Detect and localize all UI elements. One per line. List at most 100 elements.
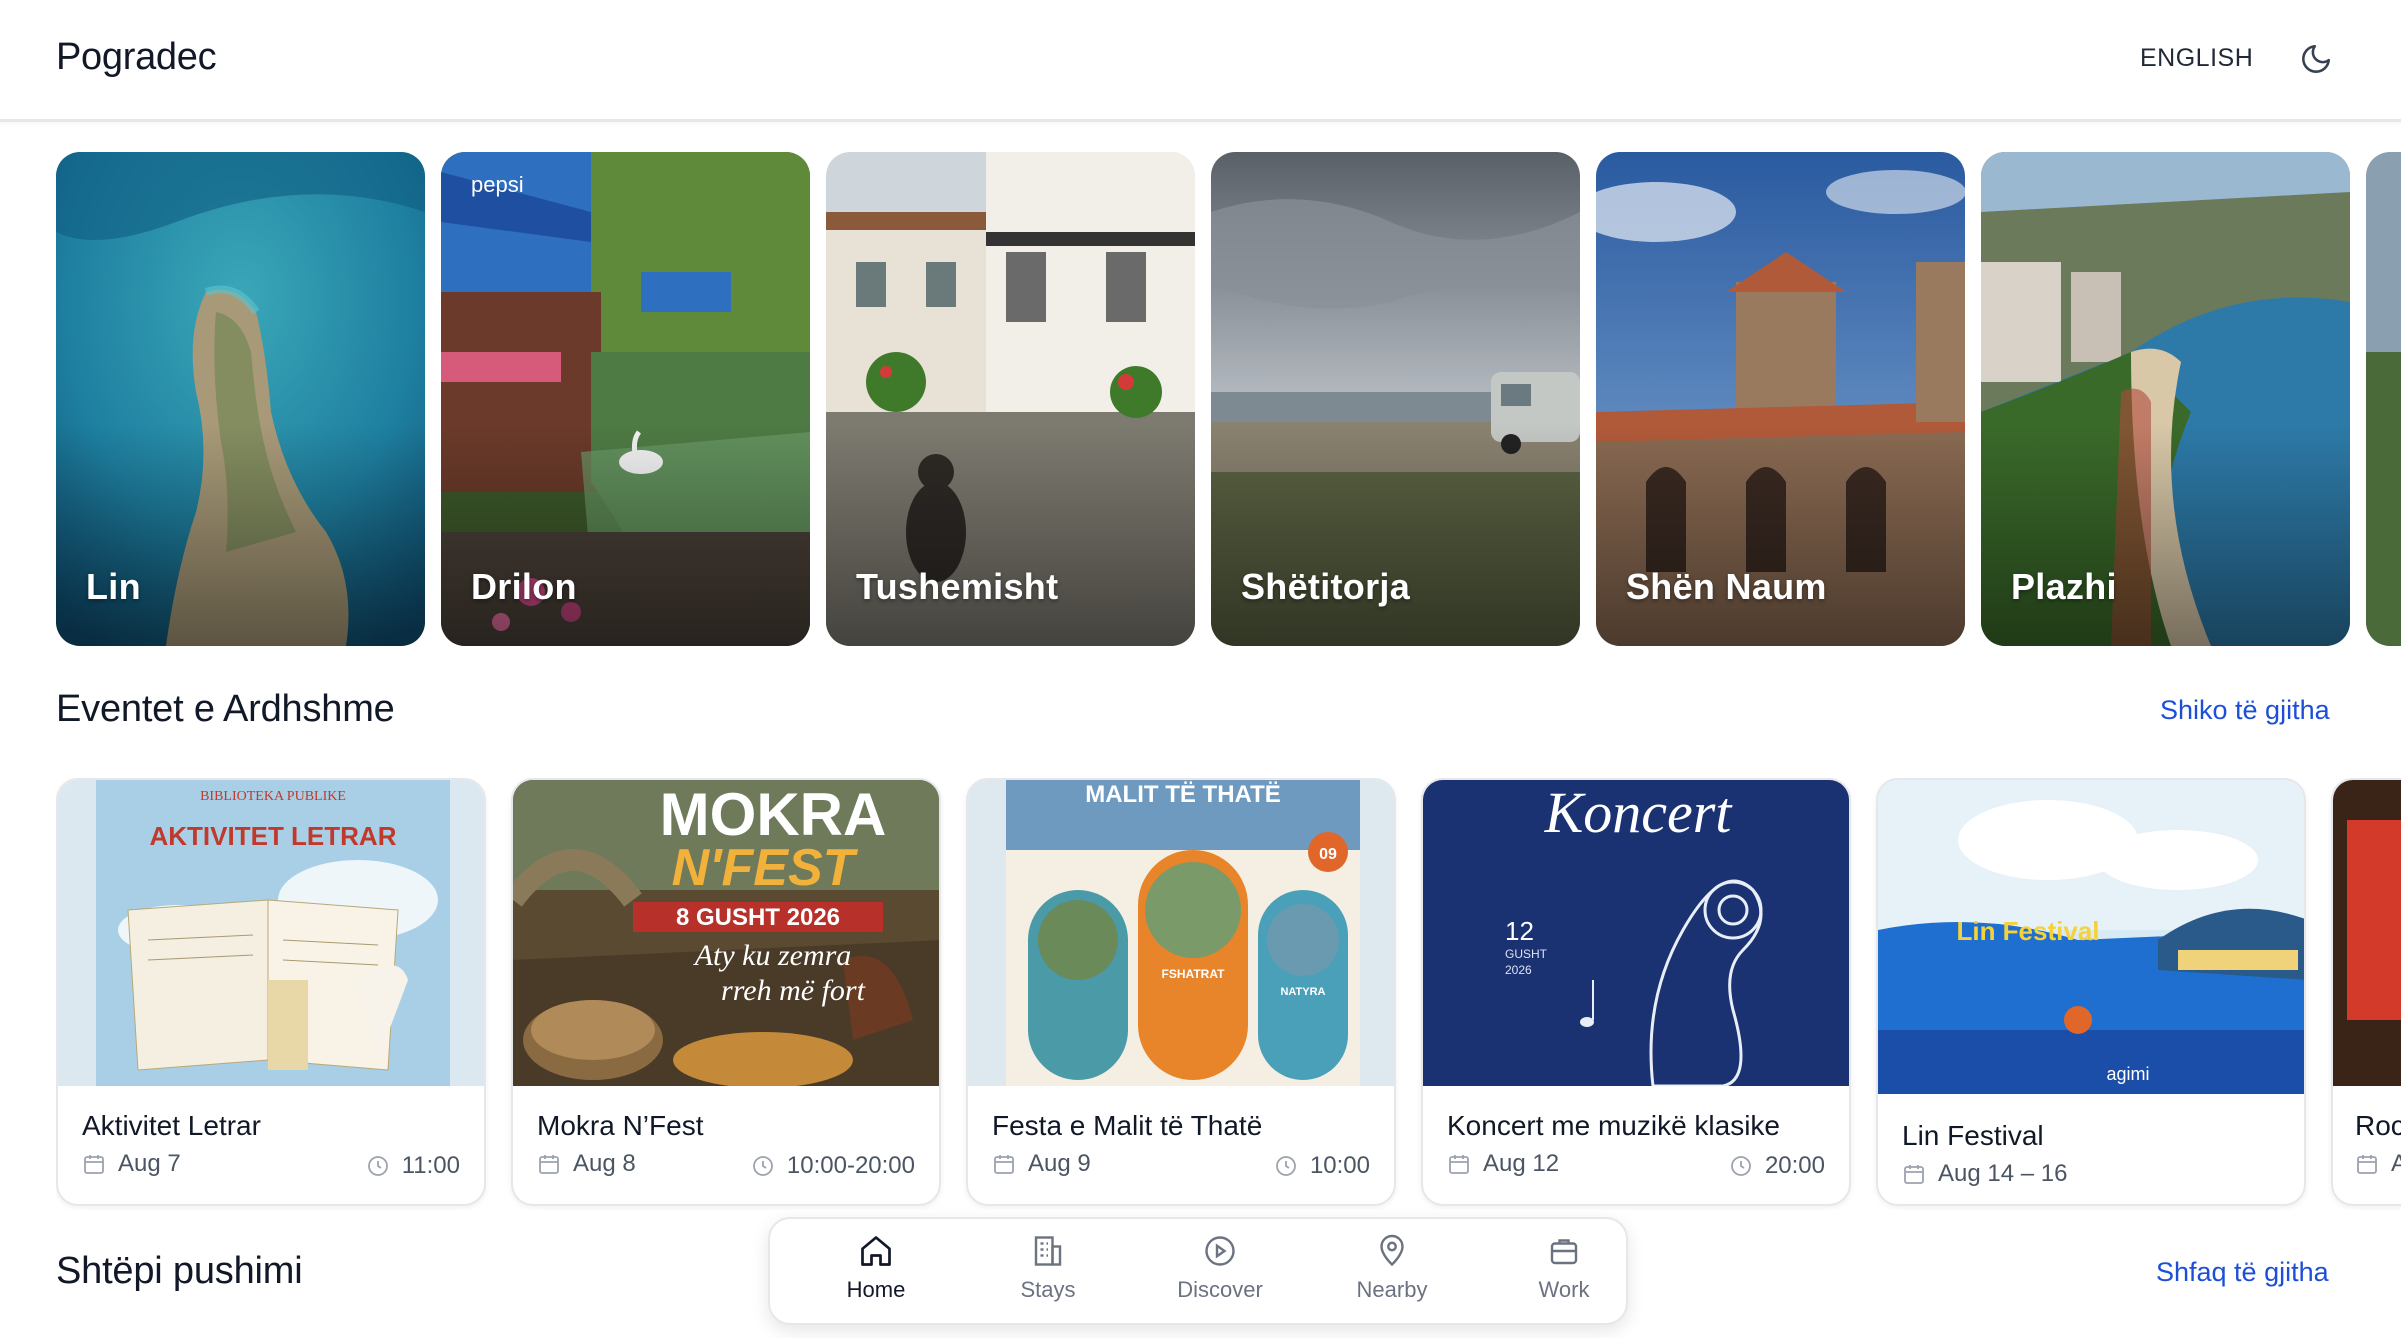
- calendar-icon: [1449, 1155, 1469, 1174]
- places-carousel[interactable]: Lin pepsi Drilon: [56, 152, 2401, 646]
- place-label: Lin: [86, 566, 141, 607]
- event-date: Aug 12: [1447, 1150, 1559, 1178]
- poster-text: FSHATRAT: [1162, 967, 1226, 981]
- poster-text: rreh më fort: [721, 974, 866, 1007]
- event-date: Aug 7: [82, 1150, 181, 1178]
- poster-text: N'FEST: [672, 839, 859, 897]
- event-time: 10:00-20:00: [751, 1152, 915, 1180]
- event-date-text: Aug 8: [573, 1150, 636, 1177]
- place-card-shetitorja[interactable]: Shëtitorja: [1211, 152, 1580, 646]
- poster-text: Koncert: [1544, 780, 1734, 845]
- event-time: 10:00: [1274, 1152, 1370, 1180]
- event-card[interactable]: MOKRA N'FEST 8 GUSHT 2026 Aty ku zemra r…: [511, 778, 941, 1206]
- place-label: Tushemisht: [856, 566, 1059, 607]
- nav-item-nearby[interactable]: Nearby: [1322, 1233, 1462, 1313]
- poster-text: NATYRA: [1280, 986, 1325, 998]
- place-label: Drilon: [471, 566, 577, 607]
- place-card-drilon[interactable]: pepsi Drilon: [441, 152, 810, 646]
- nav-label: Home: [846, 1277, 906, 1302]
- event-time: 11:00: [366, 1152, 460, 1180]
- app-header: Pogradec ENGLISH: [0, 0, 2401, 122]
- poster-text: MOKRA: [660, 781, 887, 848]
- event-time-text: 10:00: [1309, 1152, 1370, 1179]
- app-title: Pogradec: [56, 36, 217, 78]
- nav-label: Nearby: [1356, 1277, 1428, 1302]
- place-card-shen-naum[interactable]: Shën Naum: [1596, 152, 1965, 646]
- nav-item-work[interactable]: Work: [1494, 1233, 1634, 1313]
- event-poster: Lin Festival agimi: [1878, 780, 2304, 1094]
- event-date-text: Aug 9: [1028, 1150, 1091, 1177]
- moon-icon: [2302, 44, 2331, 73]
- event-poster: BIBLIOTEKA PUBLIKE AKTIVITET LETRAR: [58, 780, 484, 1086]
- nav-label: Stays: [1020, 1277, 1076, 1302]
- place-label: Plazhi: [2011, 566, 2117, 607]
- poster-text: AKTIVITET LETRAR: [150, 821, 397, 851]
- calendar-icon: [539, 1155, 559, 1174]
- place-label: Shën Naum: [1626, 566, 1827, 607]
- events-section-title: Eventet e Ardhshme: [56, 688, 395, 730]
- event-date-text: Aug 14 – 16: [1938, 1160, 2068, 1187]
- stays-section-title: Shtëpi pushimi: [56, 1250, 303, 1292]
- clock-icon: [367, 1156, 388, 1176]
- clock-icon: [1276, 1156, 1296, 1176]
- event-poster: MALIT TË THATË 09 FSHATRAT NATYRA: [968, 780, 1394, 1086]
- event-name: Koncert me muzikë klasike: [1447, 1110, 1781, 1141]
- poster-text: 12: [1505, 916, 1534, 946]
- events-see-all-link[interactable]: Shiko të gjitha: [2160, 695, 2330, 726]
- event-card-partial[interactable]: Roc A: [2331, 778, 2401, 1206]
- stays-see-all-link[interactable]: Shfaq të gjitha: [2156, 1257, 2329, 1288]
- poster-text: 8 GUSHT 2026: [676, 904, 840, 931]
- calendar-icon: [84, 1155, 104, 1174]
- poster-text: Aty ku zemra: [693, 939, 852, 972]
- language-button[interactable]: ENGLISH: [2140, 44, 2253, 73]
- event-card[interactable]: BIBLIOTEKA PUBLIKE AKTIVITET LETRAR Akti…: [56, 778, 486, 1206]
- calendar-icon: [994, 1155, 1014, 1174]
- poster-text: agimi: [2106, 1064, 2149, 1084]
- event-name: Lin Festival: [1902, 1120, 2044, 1151]
- bottom-navigation: Home Stays Discover Nearby Work: [768, 1217, 1628, 1325]
- event-card[interactable]: Lin Festival agimi Lin Festival Aug 14 –…: [1876, 778, 2306, 1206]
- nav-item-home[interactable]: Home: [806, 1233, 946, 1313]
- place-label: Shëtitorja: [1241, 566, 1411, 607]
- event-poster: MOKRA N'FEST 8 GUSHT 2026 Aty ku zemra r…: [513, 780, 939, 1086]
- poster-text: MALIT TË THATË: [1085, 781, 1281, 808]
- briefcase-icon: [1550, 1239, 1578, 1265]
- event-date: Aug 14 – 16: [1902, 1160, 2067, 1188]
- building-icon: [1034, 1236, 1062, 1266]
- event-date: A: [2355, 1150, 2401, 1178]
- poster-text: GUSHT: [1505, 947, 1548, 961]
- nav-item-stays[interactable]: Stays: [978, 1233, 1118, 1313]
- theme-toggle-button[interactable]: [2296, 40, 2336, 80]
- event-date-text: A: [2391, 1150, 2401, 1178]
- nav-label: Work: [1538, 1277, 1590, 1302]
- home-icon: [861, 1236, 891, 1266]
- event-name: Mokra N’Fest: [537, 1110, 704, 1141]
- event-date: Aug 8: [537, 1150, 636, 1178]
- event-date: Aug 9: [992, 1150, 1091, 1178]
- nav-label: Discover: [1177, 1277, 1263, 1302]
- calendar-icon: [1904, 1165, 1924, 1184]
- place-card-tushemisht[interactable]: Tushemisht: [826, 152, 1195, 646]
- event-card[interactable]: Koncert 12 GUSHT 2026 Koncert me muzikë …: [1421, 778, 1851, 1206]
- event-name: Aktivitet Letrar: [82, 1110, 261, 1141]
- poster-text: 09: [1319, 846, 1337, 863]
- event-time-text: 20:00: [1764, 1152, 1825, 1179]
- event-name: Festa e Malit të Thatë: [992, 1110, 1263, 1141]
- poster-text: 2026: [1505, 963, 1532, 977]
- event-name: Roc: [2355, 1110, 2401, 1141]
- place-image: [2366, 152, 2401, 646]
- place-card-plazhi[interactable]: Plazhi: [1981, 152, 2350, 646]
- event-card[interactable]: MALIT TË THATË 09 FSHATRAT NATYRA Festa …: [966, 778, 1396, 1206]
- events-carousel[interactable]: BIBLIOTEKA PUBLIKE AKTIVITET LETRAR Akti…: [56, 778, 2401, 1210]
- event-time-text: 11:00: [401, 1152, 460, 1179]
- poster-text: BIBLIOTEKA PUBLIKE: [200, 789, 346, 804]
- place-card-partial[interactable]: [2366, 152, 2401, 646]
- poster-text: Lin Festival: [1956, 916, 2099, 946]
- nav-item-discover[interactable]: Discover: [1150, 1233, 1290, 1313]
- event-poster: Koncert 12 GUSHT 2026: [1423, 780, 1849, 1086]
- clock-icon: [752, 1156, 773, 1176]
- event-poster: [2333, 780, 2401, 1086]
- place-card-lin[interactable]: Lin: [56, 152, 425, 646]
- event-date-text: Aug 7: [118, 1150, 181, 1177]
- clock-icon: [1731, 1156, 1751, 1176]
